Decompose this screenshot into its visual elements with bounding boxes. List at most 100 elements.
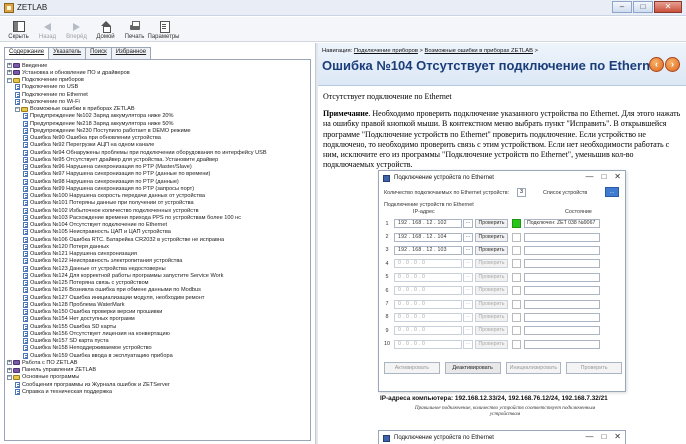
row-number: 6 [385,287,389,294]
tree-item[interactable]: Подключение по USB [5,84,310,91]
tree-item[interactable]: Ошибка №126 Возникла ошибка при обмене д… [5,287,310,294]
forward-button[interactable]: Вперёд [62,17,91,41]
options-button[interactable]: Параметры [147,17,180,41]
check-button: Проверить [475,272,508,282]
expand-icon[interactable]: + [7,360,12,366]
tree-item[interactable]: Ошибка №155 Ошибка SD карты [5,323,310,330]
tree-item[interactable]: Ошибка №103 Расхождение времени прихода … [5,214,310,221]
tree-item[interactable]: Ошибка №128 Проблема WaterMark [5,301,310,308]
row-number: 5 [385,274,389,281]
check-button: Проверить [475,286,508,296]
tree-item[interactable]: + Введение [5,62,310,69]
tree-item[interactable]: − Основные программы [5,374,310,381]
dialog-action-button: Проверить [566,362,622,374]
expand-icon[interactable]: + [7,63,12,69]
tree-item[interactable]: + Работа с ПО ZETLAB [5,359,310,366]
tree-item-label: Ошибка №122 Неисправность электропитания… [30,258,183,265]
state-field [524,339,600,349]
tree-item[interactable]: Ошибка №96 Нарушена синхронизация по PTP… [5,164,310,171]
tree-item[interactable]: Сообщения программы из Журнала ошибок и … [5,381,310,388]
tab-search[interactable]: Поиск [85,47,112,59]
tree-item[interactable]: Ошибка №105 Неисправность ЦАП и ЦАП устр… [5,229,310,236]
tree-item-label: Ошибка №159 Ошибка ввода в эксплуатацию … [30,352,173,359]
help-page-icon [15,84,20,91]
options-label: Параметры [147,34,180,40]
row-number: 4 [385,260,389,267]
tree-item[interactable]: Ошибка №98 Нарушена синхронизация по PTP… [5,178,310,185]
tree-item[interactable]: Предупреждение №218 Заряд аккумулятора н… [5,120,310,127]
tree-item[interactable]: Ошибка №90 Ошибка при обновлении устройс… [5,135,310,142]
tree-item[interactable]: Ошибка №122 Неисправность электропитания… [5,258,310,265]
help-page-icon [23,229,28,236]
tree-item-label: Ошибка №92 Перегрузки АЦП на одном канал… [30,142,155,149]
tree-item[interactable]: Ошибка №159 Ошибка ввода в эксплуатацию … [5,352,310,359]
tree-item[interactable]: − Возможные ошибки в приборах ZETLAB [5,106,310,113]
tab-index[interactable]: Указатель [48,47,87,59]
tree-item-label: Ошибка №123 Данные от устройства недосто… [30,265,166,272]
tree-item[interactable]: Ошибка №97 Нарушена синхронизация по PTP… [5,171,310,178]
dialog-action-button: Деактивировать [444,362,501,374]
device-row: 8 0 . 0 . 0 . 0... Проверить [382,311,624,324]
tree-item[interactable]: Ошибка №92 Перегрузки АЦП на одном канал… [5,142,310,149]
tree-item[interactable]: Предупреждение №230 Поступило работает в… [5,127,310,134]
collapse-icon[interactable]: − [7,374,12,380]
close-button[interactable]: ✕ [654,1,682,13]
tree-item[interactable]: Подключение по Wi-Fi [5,98,310,105]
maximize-button[interactable]: □ [633,1,653,13]
tree-item-label: Работа с ПО ZETLAB [22,359,78,366]
tab-contents[interactable]: Содержание [4,47,50,59]
tree-item-label: Ошибка №100 Нарушена скорость передачи д… [30,193,206,200]
tab-favorites[interactable]: Избранное [110,47,152,59]
tree-item[interactable]: Ошибка №106 Ошибка RTC. Батарейка CR2032… [5,236,310,243]
tree-item[interactable]: Ошибка №127 Ошибка инициализации модуля,… [5,294,310,301]
print-button[interactable]: Печать [120,17,149,41]
hide-button[interactable]: Скрыть [4,17,33,41]
status-indicator [512,259,521,269]
tree-item[interactable]: Ошибка №123 Данные от устройства недосто… [5,265,310,272]
state-field: Подключен: ZET 038 №9067 [524,219,600,229]
check-button: Проверить [475,299,508,309]
tree-item[interactable]: Ошибка №120 Потеря данных [5,243,310,250]
tree-item[interactable]: Ошибка №102 Избыточное количество подклю… [5,207,310,214]
tree-item[interactable]: Ошибка №156 Отсутствует лицензия на конв… [5,330,310,337]
tree-item[interactable]: − Подключение приборов [5,77,310,84]
tree-item[interactable]: Ошибка №150 Ошибка проверки версии проши… [5,309,310,316]
tree-item-label: Ошибка №157 SD карта пуста [30,338,109,345]
row-number: 2 [385,234,389,241]
next-topic-icon[interactable]: › [665,57,680,72]
tree-item[interactable]: Ошибка №95 Отсутствует драйвер для устро… [5,156,310,163]
tree-item[interactable]: + Панель управления ZETLAB [5,367,310,374]
collapse-icon[interactable]: − [15,106,20,112]
breadcrumb-link-errors[interactable]: Возможные ошибки в приборах ZETLAB [425,48,533,54]
tree-item[interactable]: Ошибка №157 SD карта пуста [5,338,310,345]
home-button[interactable]: Домой [91,17,120,41]
tree-item[interactable]: Ошибка №124 Для корректной работы програ… [5,272,310,279]
tree-item[interactable]: Справка и техническая поддержка [5,388,310,395]
expand-icon[interactable]: + [7,367,12,373]
expand-icon[interactable]: + [7,70,12,76]
tree-item[interactable]: Ошибка №100 Нарушена скорость передачи д… [5,193,310,200]
device-row: 10 0 . 0 . 0 . 0... Проверить [382,338,624,351]
forward-label: Вперёд [66,34,87,40]
tree-item-label: Ошибка №104 Отсутствует подключение по E… [30,222,168,229]
collapse-icon[interactable]: − [7,77,12,83]
minimize-button[interactable]: – [612,1,632,13]
device-row: 9 0 . 0 . 0 . 0... Проверить [382,324,624,337]
tree-item[interactable]: Ошибка №99 Нарушена синхронизация по PTP… [5,185,310,192]
tree-item[interactable]: Ошибка №125 Потеряна связь с устройством [5,280,310,287]
tree-item[interactable]: Предупреждение №102 Заряд аккумулятора н… [5,113,310,120]
tree-item[interactable]: Ошибка №94 Обнаружены проблемы при подкл… [5,149,310,156]
tree-item[interactable]: Подключение по Ethernet [5,91,310,98]
tree-item[interactable]: + Установка и обновление ПО и драйверов [5,69,310,76]
tree-item[interactable]: Ошибка №154 Нет доступных программ [5,316,310,323]
tree-item[interactable]: Ошибка №101 Потеряны данные при получени… [5,200,310,207]
previous-topic-icon[interactable]: ‹ [649,57,664,72]
help-page-icon [23,272,28,279]
tree-item[interactable]: Ошибка №158 Неподдерживаемое устройство [5,345,310,352]
tree-item-label: Ошибка №103 Расхождение времени прихода … [30,214,242,221]
breadcrumb-link-devices[interactable]: Подключение приборов [354,48,418,54]
tree-item[interactable]: Ошибка №121 Нарушена синхронизация [5,251,310,258]
tree-item[interactable]: Ошибка №104 Отсутствует подключение по E… [5,222,310,229]
hide-icon [12,21,25,32]
back-button[interactable]: Назад [33,17,62,41]
